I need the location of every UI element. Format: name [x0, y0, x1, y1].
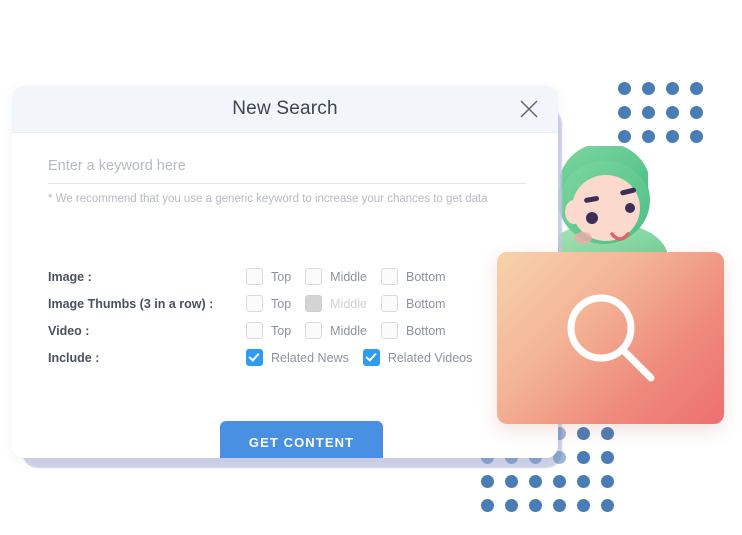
- decorative-dot: [577, 475, 590, 488]
- decorative-dot: [690, 130, 703, 143]
- checkbox-label: Middle: [330, 296, 367, 311]
- checkbox-box[interactable]: [246, 349, 263, 366]
- checkbox-box[interactable]: [246, 268, 263, 285]
- get-content-button[interactable]: GET CONTENT: [220, 421, 383, 458]
- decorative-dot: [553, 475, 566, 488]
- decorative-dot: [481, 499, 494, 512]
- option-row-label: Image :: [48, 269, 92, 284]
- search-helper-text: * We recommend that you use a generic ke…: [48, 193, 488, 205]
- decorative-dot: [481, 475, 494, 488]
- checkbox-image-bottom[interactable]: Bottom: [380, 268, 446, 285]
- new-search-dialog: New Search * We recommend that you use a…: [12, 86, 558, 458]
- decorative-dot: [601, 475, 614, 488]
- search-input[interactable]: [48, 158, 526, 184]
- option-row-include: Include : Related News Related Videos: [48, 344, 526, 371]
- decorative-dot: [577, 427, 590, 440]
- dialog-header: New Search: [12, 86, 558, 133]
- decorative-dot: [529, 499, 542, 512]
- decorative-dot: [577, 499, 590, 512]
- decorative-dot: [618, 130, 631, 143]
- checkbox-video-top[interactable]: Top: [246, 322, 291, 339]
- checkbox-image-middle[interactable]: Middle: [305, 268, 367, 285]
- option-choices: Top Middle Bottom: [246, 268, 446, 285]
- checkbox-box[interactable]: [305, 268, 323, 285]
- option-row-label: Image Thumbs (3 in a row) :: [48, 296, 214, 311]
- option-choices: Top Middle Bottom: [246, 322, 446, 339]
- checkbox-box: [305, 295, 323, 312]
- decorative-dot: [666, 130, 679, 143]
- checkbox-box[interactable]: [380, 295, 398, 312]
- checkbox-label: Related News: [271, 350, 349, 365]
- option-row-image: Image : Top Middle Bottom: [48, 263, 526, 290]
- checkbox-label: Bottom: [405, 296, 446, 311]
- option-choices: Related News Related Videos: [246, 349, 472, 366]
- checkbox-video-bottom[interactable]: Bottom: [380, 322, 446, 339]
- decorative-dot: [529, 475, 542, 488]
- scene: New Search * We recommend that you use a…: [0, 0, 742, 535]
- checkbox-label: Top: [271, 323, 292, 338]
- checkbox-box[interactable]: [305, 322, 323, 339]
- checkbox-thumbs-top[interactable]: Top: [246, 295, 291, 312]
- search-icon: [567, 294, 654, 382]
- option-row-image-thumbs: Image Thumbs (3 in a row) : Top Middle B…: [48, 290, 526, 317]
- dot-grid-top-right: [618, 82, 703, 143]
- checkbox-label: Middle: [330, 323, 367, 338]
- decorative-dot: [553, 499, 566, 512]
- checkbox-thumbs-middle: Middle: [305, 295, 367, 312]
- search-promo-card: [497, 252, 724, 424]
- checkbox-box[interactable]: [380, 322, 398, 339]
- checkbox-box[interactable]: [362, 349, 380, 366]
- checkbox-box[interactable]: [380, 268, 398, 285]
- decorative-dot: [505, 475, 518, 488]
- decorative-dot: [642, 106, 655, 119]
- decorative-dot: [690, 106, 703, 119]
- decorative-dot: [618, 82, 631, 95]
- option-row-label: Include :: [48, 350, 100, 365]
- checkbox-box[interactable]: [246, 295, 263, 312]
- decorative-dot: [666, 106, 679, 119]
- decorative-dot: [642, 82, 655, 95]
- checkbox-label: Related Videos: [387, 350, 473, 365]
- checkbox-box[interactable]: [246, 322, 263, 339]
- decorative-dot: [690, 82, 703, 95]
- decorative-dot: [642, 130, 655, 143]
- search-field-group: * We recommend that you use a generic ke…: [48, 157, 526, 205]
- checkbox-image-top[interactable]: Top: [246, 268, 291, 285]
- checkbox-related-news[interactable]: Related News: [246, 349, 349, 366]
- decorative-dot: [505, 499, 518, 512]
- decorative-dot: [577, 451, 590, 464]
- option-rows: Image : Top Middle Bottom Image Thumbs (…: [48, 263, 526, 371]
- checkbox-label: Bottom: [405, 323, 446, 338]
- decorative-dot: [601, 499, 614, 512]
- checkbox-video-middle[interactable]: Middle: [305, 322, 367, 339]
- decorative-dot: [601, 451, 614, 464]
- checkbox-related-videos[interactable]: Related Videos: [362, 349, 473, 366]
- option-row-video: Video : Top Middle Bottom: [48, 317, 526, 344]
- close-icon[interactable]: [518, 98, 540, 120]
- option-row-label: Video :: [48, 323, 90, 338]
- checkbox-label: Top: [271, 269, 292, 284]
- dialog-title: New Search: [232, 98, 338, 119]
- checkbox-thumbs-bottom[interactable]: Bottom: [380, 295, 446, 312]
- decorative-dot: [601, 427, 614, 440]
- checkbox-label: Bottom: [405, 269, 446, 284]
- option-choices: Top Middle Bottom: [246, 295, 446, 312]
- checkbox-label: Top: [271, 296, 292, 311]
- decorative-dot: [666, 82, 679, 95]
- checkbox-label: Middle: [330, 269, 367, 284]
- decorative-dot: [618, 106, 631, 119]
